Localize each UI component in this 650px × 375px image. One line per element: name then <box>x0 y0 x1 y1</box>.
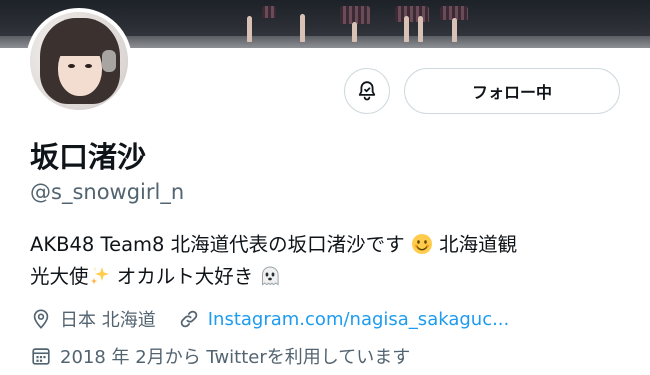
link-icon <box>180 310 197 328</box>
banner-figure <box>395 6 429 22</box>
banner-figure <box>300 14 305 42</box>
bio-line: AKB48 Team8 北海道代表の坂口渚沙です 北海道観 <box>30 229 630 261</box>
avatar-headphone <box>102 50 116 72</box>
banner-figure <box>247 16 252 42</box>
following-button[interactable]: フォロー中 <box>404 68 620 114</box>
profile-meta-row: 日本 北海道 Instagram.com/nagisa_sakaguc... <box>30 306 509 332</box>
banner-figure <box>352 22 357 42</box>
joined-text: 2018 年 2月から Twitterを利用しています <box>60 347 411 368</box>
profile-joined-row: 2018 年 2月から Twitterを利用しています <box>30 343 410 369</box>
location-text: 日本 北海道 <box>60 310 156 331</box>
bio-text: 北海道観 <box>439 233 518 256</box>
banner-figure <box>452 18 457 42</box>
bio-line: 光大使 オカルト大好き <box>30 261 630 293</box>
banner-figure <box>262 6 276 18</box>
bio-text: AKB48 Team8 北海道代表の坂口渚沙です <box>30 233 405 256</box>
ghost-emoji <box>262 266 280 286</box>
display-name: 坂口渚沙 <box>30 140 147 174</box>
banner-figure <box>404 16 409 42</box>
bio-text: オカルト大好き <box>116 265 254 288</box>
website-link[interactable]: Instagram.com/nagisa_sakaguc... <box>208 309 510 330</box>
profile-bio: AKB48 Team8 北海道代表の坂口渚沙です 北海道観 光大使 オカルト大好… <box>30 229 630 293</box>
bio-text: 光大使 <box>30 265 89 288</box>
avatar-bangs <box>52 34 108 56</box>
profile-avatar[interactable] <box>26 8 132 114</box>
sparkles-emoji <box>90 267 109 285</box>
calendar-icon <box>32 348 50 365</box>
avatar-eye <box>68 64 75 68</box>
avatar-eye <box>85 64 92 68</box>
location-pin-icon <box>33 309 49 329</box>
notifications-button[interactable] <box>344 68 390 114</box>
banner-figure <box>418 16 423 42</box>
bell-icon <box>358 81 376 101</box>
user-handle: @s_snowgirl_n <box>30 180 185 204</box>
smiling-face-emoji <box>411 234 432 254</box>
